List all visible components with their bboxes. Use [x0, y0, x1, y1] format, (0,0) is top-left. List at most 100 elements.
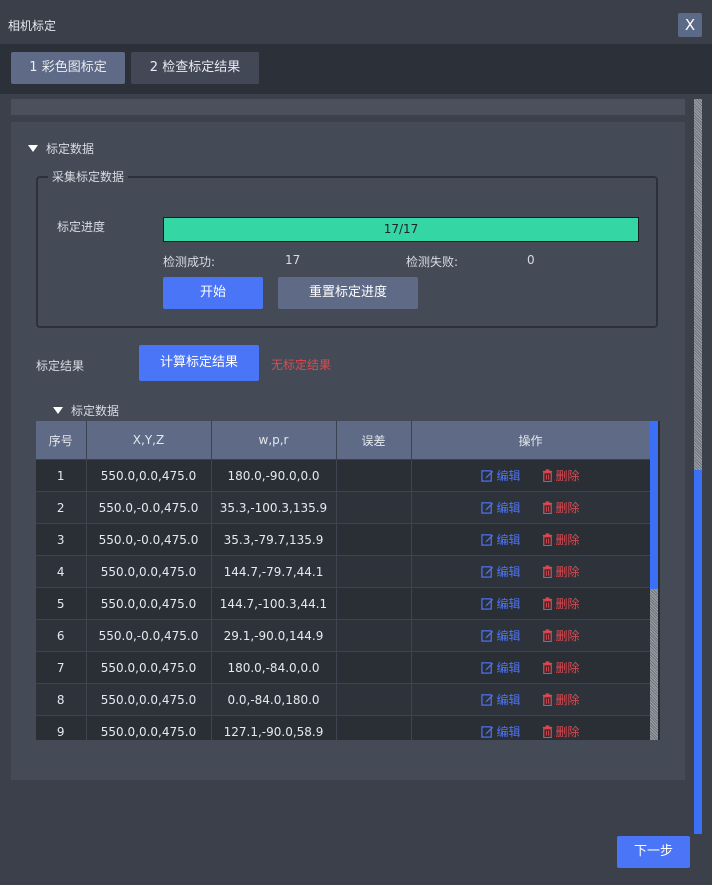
cell-xyz: 550.0,0.0,475.0 — [86, 587, 212, 620]
edit-button[interactable]: 编辑 — [481, 693, 521, 707]
cell-error — [336, 491, 412, 524]
result-label: 标定结果 — [36, 359, 85, 373]
col-error[interactable]: 误差 — [336, 421, 412, 460]
cell-index: 8 — [36, 683, 87, 716]
delete-button[interactable]: 删除 — [541, 501, 580, 515]
cell-index: 5 — [36, 587, 87, 620]
col-xyz[interactable]: X,Y,Z — [86, 421, 212, 460]
tab-color-calibration[interactable]: 1 彩色图标定 — [11, 52, 125, 84]
edit-label: 编辑 — [496, 501, 521, 515]
delete-label: 删除 — [555, 533, 580, 547]
delete-label: 删除 — [555, 501, 580, 515]
edit-label: 编辑 — [496, 565, 521, 579]
edit-button[interactable]: 编辑 — [481, 597, 521, 611]
delete-icon — [541, 469, 556, 483]
cell-actions: 编辑 删除 — [411, 587, 651, 620]
delete-label: 删除 — [555, 565, 580, 579]
table-section-head[interactable]: 标定数据 — [53, 402, 119, 419]
edit-button[interactable]: 编辑 — [481, 629, 521, 643]
edit-button[interactable]: 编辑 — [481, 661, 521, 675]
edit-label: 编辑 — [496, 533, 521, 547]
cell-index: 7 — [36, 651, 87, 684]
progress-text: 17/17 — [383, 222, 419, 236]
page-scrollbar-thumb[interactable] — [694, 470, 702, 834]
table-scrollbar-thumb[interactable] — [650, 421, 658, 589]
edit-button[interactable]: 编辑 — [481, 565, 521, 579]
delete-label: 删除 — [555, 469, 580, 483]
cell-index: 4 — [36, 555, 87, 588]
cell-error — [336, 715, 412, 740]
cell-wpr: 180.0,-90.0,0.0 — [211, 459, 337, 492]
section-calibration-data[interactable]: 标定数据 — [28, 140, 94, 157]
col-actions[interactable]: 操作 — [411, 421, 651, 460]
delete-icon — [541, 597, 556, 611]
table-row[interactable]: 1 550.0,0.0,475.0 180.0,-90.0,0.0 编辑 删除 — [36, 459, 651, 492]
delete-button[interactable]: 删除 — [541, 693, 580, 707]
table-row[interactable]: 7 550.0,0.0,475.0 180.0,-84.0,0.0 编辑 删除 — [36, 651, 651, 684]
edit-button[interactable]: 编辑 — [481, 501, 521, 515]
cell-wpr: 127.1,-90.0,58.9 — [211, 715, 337, 740]
table-row[interactable]: 4 550.0,0.0,475.0 144.7,-79.7,44.1 编辑 删除 — [36, 555, 651, 588]
delete-button[interactable]: 删除 — [541, 469, 580, 483]
tab-check-result[interactable]: 2 检查标定结果 — [131, 52, 259, 84]
cell-wpr: 35.3,-100.3,135.9 — [211, 491, 337, 524]
reset-progress-button[interactable]: 重置标定进度 — [278, 277, 418, 309]
table-row[interactable]: 6 550.0,-0.0,475.0 29.1,-90.0,144.9 编辑 删除 — [36, 619, 651, 652]
edit-icon — [481, 661, 496, 675]
edit-icon — [481, 629, 496, 643]
cell-xyz: 550.0,0.0,475.0 — [86, 683, 212, 716]
cell-wpr: 35.3,-79.7,135.9 — [211, 523, 337, 556]
progress-label: 标定进度 — [57, 220, 106, 234]
delete-icon — [541, 725, 556, 739]
tab-bar: 1 彩色图标定 2 检查标定结果 — [0, 44, 712, 94]
delete-icon — [541, 501, 556, 515]
cell-index: 3 — [36, 523, 87, 556]
delete-button[interactable]: 删除 — [541, 725, 580, 739]
delete-button[interactable]: 删除 — [541, 661, 580, 675]
table-row[interactable]: 5 550.0,0.0,475.0 144.7,-100.3,44.1 编辑 删除 — [36, 587, 651, 620]
window-title: 相机标定 — [8, 19, 57, 33]
cell-index: 6 — [36, 619, 87, 652]
delete-button[interactable]: 删除 — [541, 533, 580, 547]
delete-button[interactable]: 删除 — [541, 597, 580, 611]
cell-index: 9 — [36, 715, 87, 740]
delete-icon — [541, 565, 556, 579]
edit-icon — [481, 565, 496, 579]
table-row[interactable]: 9 550.0,0.0,475.0 127.1,-90.0,58.9 编辑 删除 — [36, 715, 651, 740]
col-wpr[interactable]: w,p,r — [211, 421, 337, 460]
cell-wpr: 144.7,-79.7,44.1 — [211, 555, 337, 588]
edit-icon — [481, 501, 496, 515]
cell-xyz: 550.0,0.0,475.0 — [86, 651, 212, 684]
delete-label: 删除 — [555, 693, 580, 707]
delete-icon — [541, 533, 556, 547]
cell-xyz: 550.0,0.0,475.0 — [86, 555, 212, 588]
start-button[interactable]: 开始 — [163, 277, 263, 309]
result-status: 无标定结果 — [271, 358, 332, 372]
table-row[interactable]: 3 550.0,-0.0,475.0 35.3,-79.7,135.9 编辑 删除 — [36, 523, 651, 556]
edit-button[interactable]: 编辑 — [481, 469, 521, 483]
success-label: 检测成功: — [163, 255, 216, 269]
edit-label: 编辑 — [496, 629, 521, 643]
edit-button[interactable]: 编辑 — [481, 533, 521, 547]
progress-bar: 17/17 — [163, 217, 639, 242]
col-index[interactable]: 序号 — [36, 421, 87, 460]
delete-icon — [541, 661, 556, 675]
delete-button[interactable]: 删除 — [541, 629, 580, 643]
close-button[interactable]: X — [678, 13, 702, 37]
delete-label: 删除 — [555, 597, 580, 611]
delete-button[interactable]: 删除 — [541, 565, 580, 579]
compute-result-button[interactable]: 计算标定结果 — [139, 345, 259, 381]
cell-actions: 编辑 删除 — [411, 523, 651, 556]
next-step-button[interactable]: 下一步 — [617, 836, 690, 868]
table-row[interactable]: 8 550.0,0.0,475.0 0.0,-84.0,180.0 编辑 删除 — [36, 683, 651, 716]
edit-icon — [481, 693, 496, 707]
edit-icon — [481, 725, 496, 739]
delete-label: 删除 — [555, 661, 580, 675]
edit-button[interactable]: 编辑 — [481, 725, 521, 739]
cell-actions: 编辑 删除 — [411, 619, 651, 652]
edit-label: 编辑 — [496, 469, 521, 483]
fail-value: 0 — [527, 253, 535, 267]
edit-icon — [481, 469, 496, 483]
collect-legend: 采集标定数据 — [48, 168, 129, 185]
table-row[interactable]: 2 550.0,-0.0,475.0 35.3,-100.3,135.9 编辑 删除 — [36, 491, 651, 524]
